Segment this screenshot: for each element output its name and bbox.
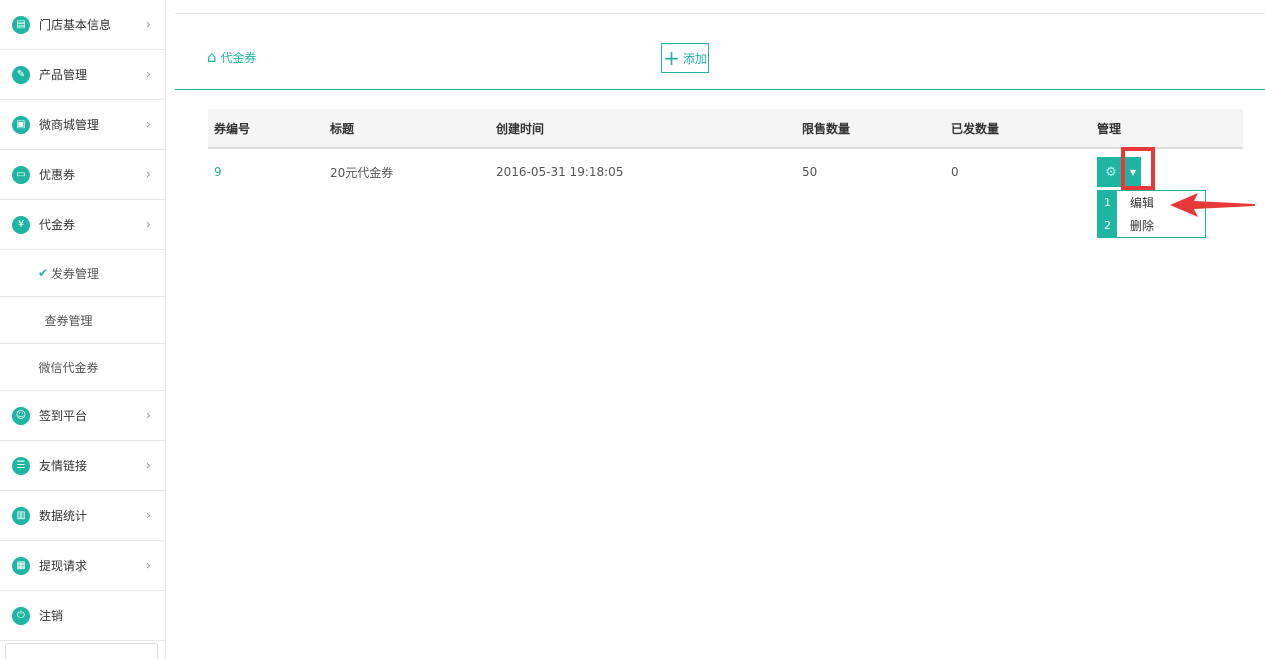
sidebar-item-label: 提现请求	[39, 559, 88, 573]
cell-title: 20元代金券	[330, 165, 394, 180]
sidebar-subitem-wechat-voucher[interactable]: 微信代金券	[0, 344, 165, 391]
column-header-limit: 限售数量	[802, 121, 851, 136]
menu-item-label: 删除	[1130, 219, 1155, 233]
sidebar-item-store-info[interactable]: ▤ 门店基本信息 ›	[0, 0, 165, 50]
sidebar-item-label: 数据统计	[39, 509, 88, 523]
sidebar-item-label: 门店基本信息	[39, 18, 112, 32]
sidebar-item-coupons[interactable]: ▭ 优惠券 ›	[0, 150, 165, 200]
menu-item-number: 2	[1098, 214, 1117, 237]
sidebar-item-label: 友情链接	[39, 459, 88, 473]
table-row: 9 20元代金券 2016-05-31 19:18:05 50 0	[208, 149, 1243, 195]
sidebar-subitem-issue-management[interactable]: ✔ 发券管理	[0, 250, 165, 297]
coupon-icon: ▭	[12, 165, 30, 184]
gear-icon: ⚙	[1105, 164, 1117, 180]
check-icon: ✔	[37, 266, 49, 280]
column-header-title: 标题	[330, 121, 355, 136]
chevron-right-icon: ›	[145, 408, 151, 423]
wallet-icon: ▦	[12, 556, 30, 575]
menu-item-number: 1	[1098, 191, 1117, 214]
cell-voucher-id[interactable]: 9	[214, 149, 222, 195]
column-header-manage: 管理	[1097, 121, 1122, 136]
main-content: ⌂ 代金券 + 添加 券编号 标题 创建时间 限售数量 已发数量 管理 9 20…	[175, 0, 1265, 659]
sidebar: ▤ 门店基本信息 › ✎ 产品管理 › ▣ 微商城管理 › ▭ 优惠券 › ¥ …	[0, 0, 166, 659]
chevron-right-icon: ›	[145, 17, 151, 32]
sidebar-item-checkin[interactable]: ☺ 签到平台 ›	[0, 391, 165, 441]
annotation-arrow-icon	[1170, 193, 1255, 217]
checkin-icon: ☺	[12, 406, 30, 425]
breadcrumb-label: 代金券	[220, 50, 257, 65]
table-header: 券编号 标题 创建时间 限售数量 已发数量 管理	[208, 109, 1243, 149]
tag-icon: ✎	[12, 65, 30, 84]
sidebar-item-vouchers[interactable]: ¥ 代金券 ›	[0, 200, 165, 250]
sidebar-item-logout[interactable]: ⏻ 注销	[0, 591, 165, 641]
sidebar-item-micro-shop[interactable]: ▣ 微商城管理 ›	[0, 100, 165, 150]
menu-item-label: 编辑	[1130, 196, 1155, 210]
chevron-right-icon: ›	[145, 117, 151, 132]
power-icon: ⏻	[12, 606, 30, 625]
sidebar-footer-box	[5, 643, 158, 659]
sidebar-subitem-label: 发券管理	[51, 266, 100, 281]
add-button-label: 添加	[682, 51, 707, 66]
sidebar-item-label: 签到平台	[39, 409, 88, 423]
sidebar-subitem-label: 查券管理	[44, 313, 93, 328]
sidebar-item-products[interactable]: ✎ 产品管理 ›	[0, 50, 165, 100]
link-icon: ☰	[12, 456, 30, 475]
plus-icon: +	[663, 46, 680, 70]
sidebar-item-statistics[interactable]: ▥ 数据统计 ›	[0, 491, 165, 541]
voucher-icon: ¥	[12, 215, 30, 234]
chevron-right-icon: ›	[145, 167, 151, 182]
cell-created-time: 2016-05-31 19:18:05	[496, 165, 624, 179]
sidebar-subitem-label: 微信代金券	[38, 360, 99, 375]
sidebar-item-label: 注销	[39, 609, 64, 623]
breadcrumb[interactable]: ⌂ 代金券	[207, 48, 257, 66]
add-button[interactable]: + 添加	[661, 43, 709, 73]
chevron-right-icon: ›	[145, 558, 151, 573]
highlight-box	[1121, 147, 1155, 190]
sidebar-item-label: 代金券	[39, 218, 76, 232]
sidebar-item-label: 微商城管理	[39, 118, 100, 132]
column-header-issued: 已发数量	[951, 121, 1000, 136]
chevron-right-icon: ›	[145, 67, 151, 82]
voucher-table: 券编号 标题 创建时间 限售数量 已发数量 管理 9 20元代金券 2016-0…	[208, 109, 1243, 195]
sidebar-item-label: 产品管理	[39, 68, 88, 82]
cell-limit-qty: 50	[802, 165, 818, 179]
sidebar-subitem-query-management[interactable]: 查券管理	[0, 297, 165, 344]
column-header-id: 券编号	[214, 121, 251, 136]
sidebar-item-withdraw[interactable]: ▦ 提现请求 ›	[0, 541, 165, 591]
column-header-created: 创建时间	[496, 121, 545, 136]
header-divider	[175, 89, 1265, 90]
document-icon: ▤	[12, 15, 30, 34]
chevron-right-icon: ›	[145, 217, 151, 232]
top-divider	[175, 13, 1265, 14]
sidebar-item-label: 优惠券	[39, 168, 76, 182]
cell-issued-qty: 0	[951, 165, 959, 179]
home-icon: ⌂	[207, 48, 217, 66]
chevron-right-icon: ›	[145, 458, 151, 473]
chevron-right-icon: ›	[145, 508, 151, 523]
sidebar-item-links[interactable]: ☰ 友情链接 ›	[0, 441, 165, 491]
chart-icon: ▥	[12, 506, 30, 525]
shop-icon: ▣	[12, 115, 30, 134]
